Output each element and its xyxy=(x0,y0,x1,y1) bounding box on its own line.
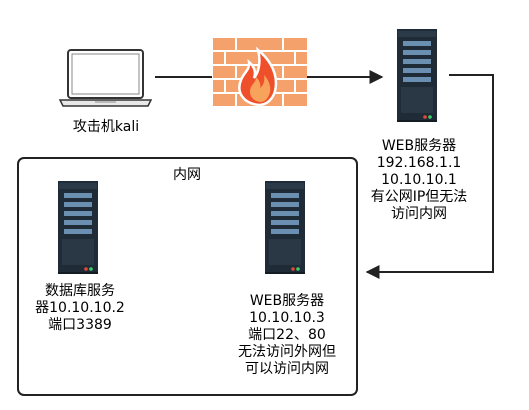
firewall-icon xyxy=(213,38,307,107)
label-line: 有公网IP但无法 xyxy=(370,189,468,205)
attacker-label: 攻击机kali xyxy=(72,119,140,135)
web-server-internal-icon xyxy=(265,181,305,274)
label-line: 10.10.10.1 xyxy=(381,172,457,188)
label-line: WEB服务器 xyxy=(381,138,457,154)
db-server-icon xyxy=(58,181,98,274)
label-line: WEB服务器 xyxy=(249,293,325,309)
web-server-internal-label: WEB服务器 10.10.10.3 端口22、80 无法访问外网但 可以访问内网 xyxy=(228,293,346,378)
label-line: 可以访问内网 xyxy=(245,361,329,377)
label-line: 10.10.10.3 xyxy=(249,310,325,326)
db-server-label: 数据库服务 器10.10.10.2 端口3389 xyxy=(28,283,132,334)
web-server-public-icon xyxy=(397,29,437,122)
label-line: 端口22、80 xyxy=(248,327,326,343)
label-line: 端口3389 xyxy=(48,317,112,333)
label-line: 192.168.1.1 xyxy=(376,155,462,171)
label-line: 数据库服务 xyxy=(45,283,115,299)
label-line: 器10.10.10.2 xyxy=(35,300,125,316)
label-line: 无法访问外网但 xyxy=(238,344,336,360)
label-line: 访问内网 xyxy=(391,206,447,222)
laptop-icon xyxy=(58,49,153,107)
intranet-title: 内网 xyxy=(173,167,201,183)
web-server-public-label: WEB服务器 192.168.1.1 10.10.10.1 有公网IP但无法 访… xyxy=(355,138,483,223)
